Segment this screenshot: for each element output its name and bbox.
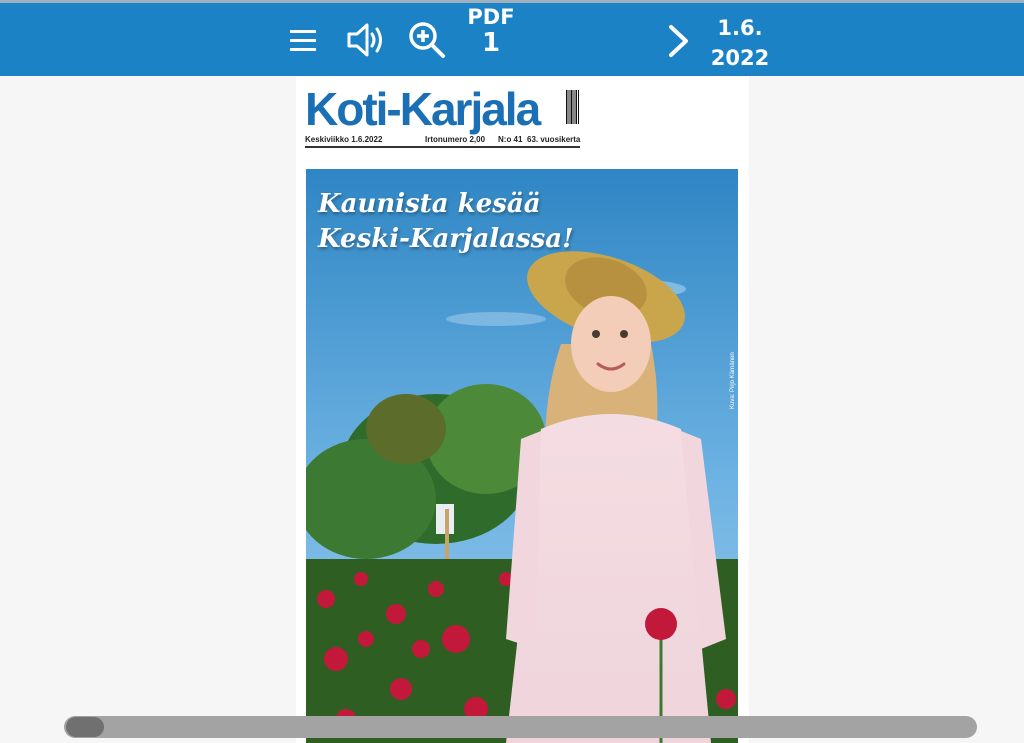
- viewer-toolbar: PDF 1 1.6. 2022: [0, 3, 1024, 76]
- headline-line-1: Kaunista kesää: [318, 189, 541, 219]
- barcode-icon: [566, 90, 580, 130]
- speaker-icon[interactable]: [341, 17, 391, 63]
- pdf-label: PDF: [467, 5, 515, 29]
- zoom-in-icon[interactable]: [404, 17, 450, 63]
- masthead-info-line: Keskiviikko 1.6.2022 Irtonumero 2,00 N:o…: [305, 134, 580, 148]
- newspaper-page[interactable]: Koti-Karjala Keskiviikko 1.6.2022 Irtonu…: [296, 76, 749, 743]
- issue-date-year: 2022: [710, 46, 770, 70]
- cover-headline: Kaunista kesää Keski-Karjalassa!: [318, 187, 574, 257]
- masthead-issue: N:o 41: [498, 135, 523, 144]
- photo-credit: Kuva: Pirjo Kärnänen: [730, 352, 736, 409]
- masthead-price: Irtonumero 2,00: [425, 135, 486, 144]
- chevron-right-icon[interactable]: [661, 21, 697, 61]
- issue-date-day-month: 1.6.: [717, 16, 763, 40]
- hamburger-menu-icon[interactable]: [284, 21, 322, 59]
- issue-date[interactable]: 1.6. 2022: [702, 13, 778, 73]
- page-number: 1: [481, 28, 501, 58]
- headline-line-2: Keski-Karjalassa!: [318, 224, 574, 254]
- masthead-volume: 63. vuosikerta: [527, 135, 581, 144]
- horizontal-scrollbar[interactable]: [64, 716, 977, 738]
- cover-photo: Kaunista kesää Keski-Karjalassa! Kuva: P…: [306, 169, 738, 743]
- scrollbar-thumb[interactable]: [66, 717, 104, 737]
- masthead-date: Keskiviikko 1.6.2022: [305, 135, 383, 144]
- pdf-page-button[interactable]: PDF 1: [458, 3, 524, 73]
- newspaper-masthead: Koti-Karjala: [305, 83, 541, 135]
